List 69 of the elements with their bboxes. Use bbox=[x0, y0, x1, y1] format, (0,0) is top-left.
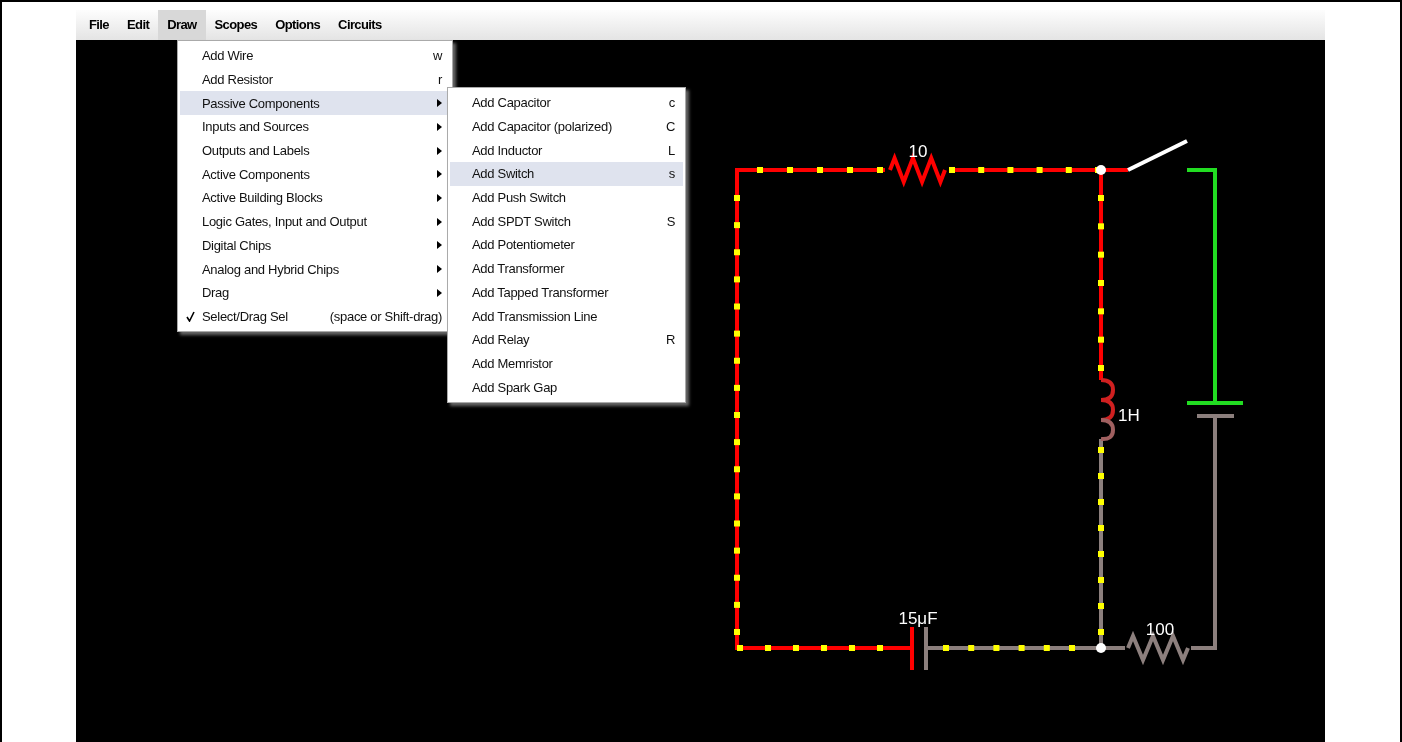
menu-item[interactable]: Edit bbox=[118, 10, 159, 40]
menu-item[interactable]: Add Tapped Transformer bbox=[450, 280, 683, 305]
menu-item[interactable]: Add Transmission Line bbox=[450, 304, 683, 328]
menu-label: Add Transformer bbox=[472, 261, 566, 277]
menu-item[interactable]: Active Building Blocks bbox=[180, 186, 450, 210]
menu-label: Active Building Blocks bbox=[202, 190, 324, 206]
menu-item[interactable]: Select/Drag Sel (space or Shift-drag) bbox=[180, 304, 450, 329]
menu-item[interactable]: Add Relay R bbox=[450, 327, 683, 352]
menu-label: Add Capacitor bbox=[472, 95, 552, 111]
menu-label: Add Resistor bbox=[202, 72, 274, 88]
menu-label: Add Switch bbox=[472, 166, 536, 182]
menu-item[interactable]: Digital Chips bbox=[180, 233, 450, 258]
menu-label: Add Wire bbox=[202, 48, 255, 64]
menu-label: Add Relay bbox=[472, 332, 531, 348]
menu-label: Select/Drag Sel bbox=[202, 308, 289, 324]
menu-label: Logic Gates, Input and Output bbox=[202, 214, 368, 230]
menu-item[interactable]: Add Capacitor c bbox=[450, 91, 683, 115]
menu-label: Inputs and Sources bbox=[202, 119, 310, 135]
menu-label: Passive Components bbox=[202, 95, 321, 111]
menu-label: Add Memristor bbox=[472, 355, 554, 371]
menu-label: Drag bbox=[202, 285, 230, 301]
menu-item[interactable]: Inputs and Sources bbox=[180, 115, 450, 139]
menu-item[interactable]: Drag bbox=[180, 280, 450, 305]
menu-label: Add SPDT Switch bbox=[472, 213, 572, 229]
shortcut-text: (space or Shift-drag) bbox=[329, 308, 442, 324]
shortcut-text: R bbox=[665, 332, 675, 348]
menu-label: Add Push Switch bbox=[472, 190, 567, 206]
menu-item[interactable]: Circuits bbox=[329, 10, 391, 40]
menu-label: Add Transmission Line bbox=[472, 308, 599, 324]
shortcut-text: w bbox=[432, 48, 442, 64]
menu-item[interactable]: Outputs and Labels bbox=[180, 138, 450, 163]
shortcut-text: r bbox=[437, 72, 442, 88]
menu-item[interactable]: File bbox=[80, 10, 118, 40]
menu-item[interactable]: Add Spark Gap bbox=[450, 375, 683, 399]
menu-item[interactable]: Add SPDT Switch S bbox=[450, 209, 683, 234]
shortcut-text: s bbox=[668, 166, 675, 182]
menu-item[interactable]: Add Switch s bbox=[450, 162, 683, 186]
menu-label: Active Components bbox=[202, 166, 311, 182]
menu-label: Add Inductor bbox=[472, 142, 544, 158]
menu-item[interactable]: Analog and Hybrid Chips bbox=[180, 257, 450, 281]
shortcut-text: S bbox=[666, 213, 675, 229]
menu-item[interactable]: Add Transformer bbox=[450, 256, 683, 281]
menu-item[interactable]: Add Potentiometer bbox=[450, 233, 683, 257]
menu-item[interactable]: Logic Gates, Input and Output bbox=[180, 209, 450, 234]
menu-label: Analog and Hybrid Chips bbox=[202, 261, 340, 277]
menu-item[interactable]: Add Capacitor (polarized) C bbox=[450, 114, 683, 139]
component-label: 15μF bbox=[898, 609, 938, 628]
menu-label: Add Tapped Transformer bbox=[472, 284, 610, 300]
menu-item[interactable]: Add Memristor bbox=[450, 351, 683, 376]
menu-item[interactable]: Active Components bbox=[180, 162, 450, 187]
menu-label: Add Capacitor (polarized) bbox=[472, 119, 613, 135]
component-label: 10 bbox=[908, 142, 928, 161]
shortcut-text: L bbox=[668, 142, 675, 158]
shortcut-text: C bbox=[665, 119, 675, 135]
menu-item[interactable]: Add Wire w bbox=[180, 44, 450, 68]
component-label: 1H bbox=[1118, 406, 1140, 425]
menu-label: Outputs and Labels bbox=[202, 143, 311, 159]
menu-item[interactable]: Draw bbox=[158, 10, 206, 40]
menu-label: Add Spark Gap bbox=[472, 379, 558, 395]
menu-item[interactable]: Add Push Switch bbox=[450, 185, 683, 210]
menu-item[interactable]: Passive Components bbox=[180, 91, 450, 116]
menu-label: Add Potentiometer bbox=[472, 237, 576, 253]
menu-item[interactable]: Options bbox=[266, 10, 330, 40]
menu-item[interactable]: Add Resistor r bbox=[180, 67, 450, 92]
component-label: 100 bbox=[1145, 620, 1175, 639]
menu-label: Digital Chips bbox=[202, 237, 273, 253]
menu-item[interactable]: Scopes bbox=[205, 10, 267, 40]
shortcut-text: c bbox=[668, 95, 675, 111]
menu-item[interactable]: Add Inductor L bbox=[450, 138, 683, 163]
